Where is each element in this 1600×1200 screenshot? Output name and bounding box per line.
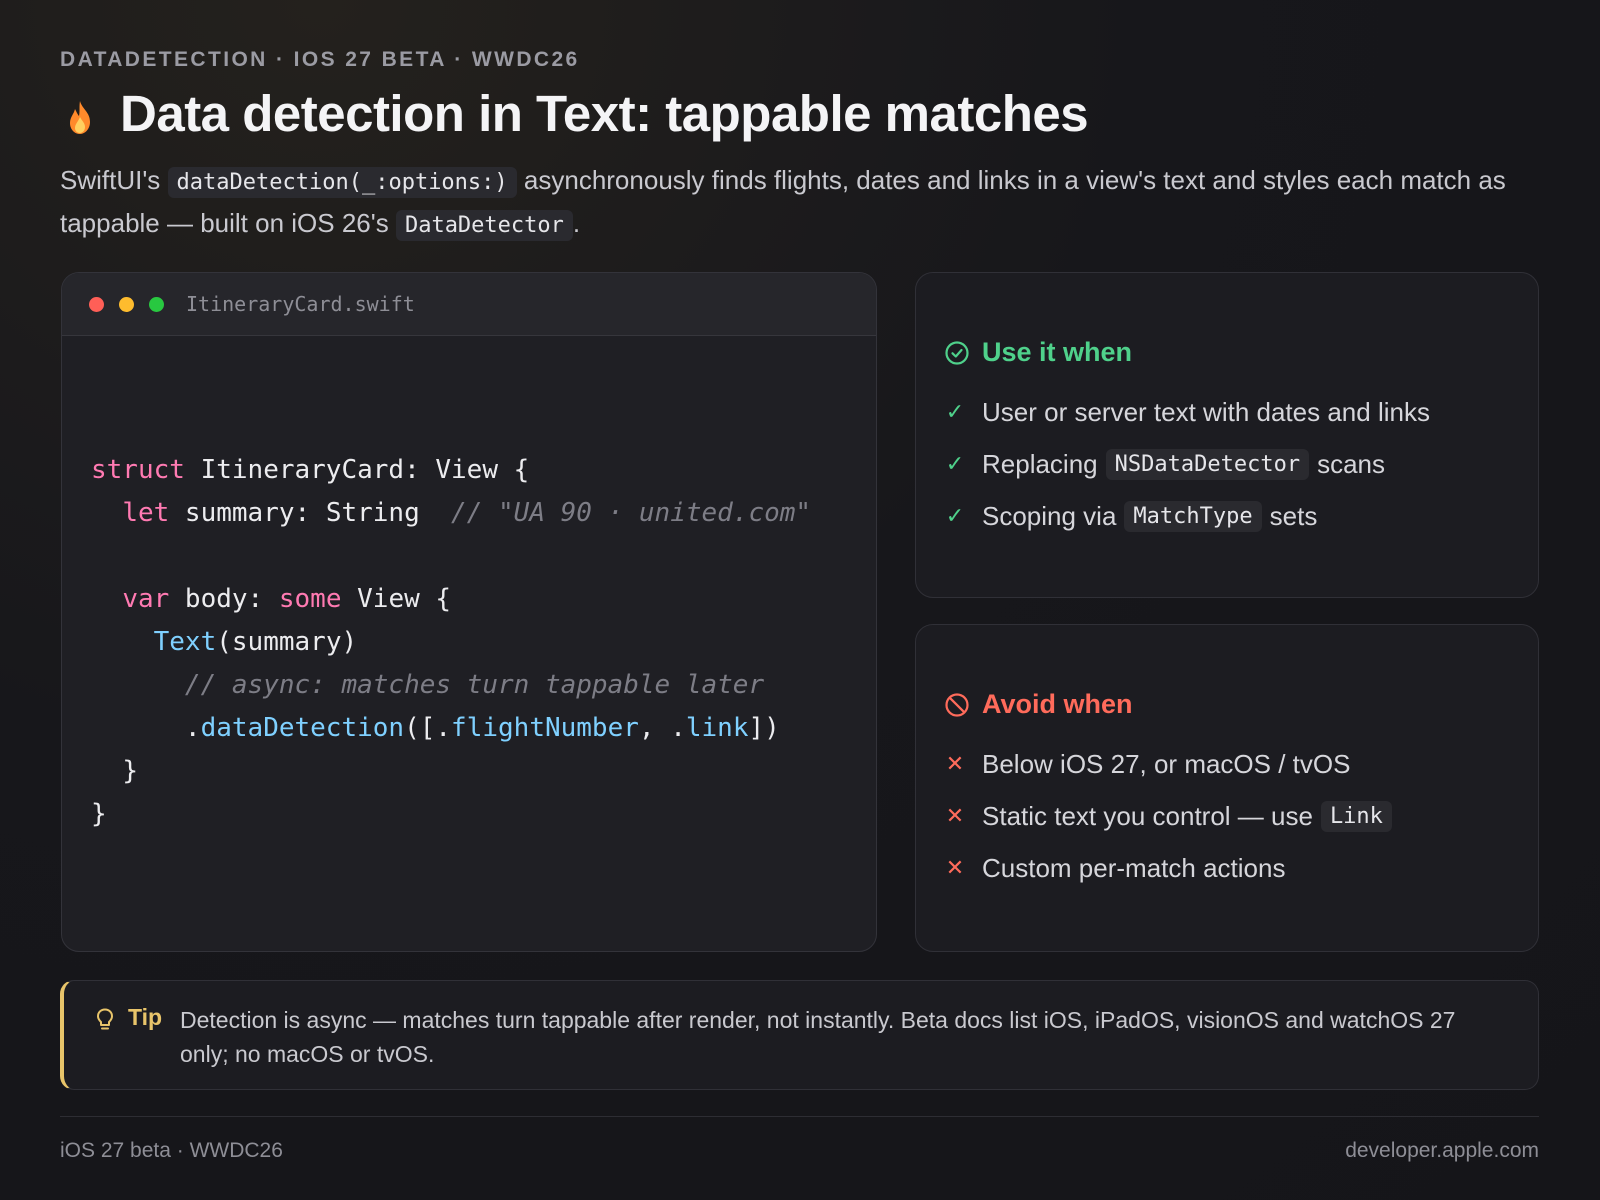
use-item-text: sets xyxy=(1269,500,1318,531)
avoid-card-content: Avoid when ✕ Below iOS 27, or macOS / tv… xyxy=(944,689,1518,894)
code-token: dataDetection xyxy=(200,713,405,743)
tip-callout: Tip Detection is async — matches turn ta… xyxy=(60,980,1539,1090)
use-card-content: Use it when ✓ User or server text with d… xyxy=(944,337,1518,542)
lede-code-modifier: dataDetection(_:options:) xyxy=(167,167,517,198)
checkmark-icon: ✓ xyxy=(945,451,965,476)
code-token: summary: String xyxy=(169,498,452,528)
code-token: some xyxy=(278,584,342,614)
code-filename: ItineraryCard.swift xyxy=(186,292,415,316)
code-token: . xyxy=(184,713,201,743)
eyebrow-label: DATADETECTION · IOS 27 BETA · WWDC26 xyxy=(60,48,580,71)
flame-icon xyxy=(70,100,90,134)
check-circle-icon xyxy=(945,340,969,365)
avoid-card-title: Avoid when xyxy=(982,689,1133,719)
code-block: struct ItineraryCard: View { let summary… xyxy=(91,449,811,836)
use-item-text: Scoping via xyxy=(982,500,1117,531)
use-list-item: ✓ Replacing NSDataDetector scans xyxy=(944,438,1518,490)
cross-icon: ✕ xyxy=(945,855,965,880)
code-token: (summary) xyxy=(216,627,358,657)
cross-icon: ✕ xyxy=(945,751,965,776)
avoid-item-text: Static text you control — use xyxy=(982,800,1313,831)
checkmark-icon: ✓ xyxy=(945,503,965,528)
code-token: struct xyxy=(91,455,185,485)
use-it-when-card: Use it when ✓ User or server text with d… xyxy=(915,272,1539,598)
use-list-item: ✓ Scoping via MatchType sets xyxy=(944,490,1518,542)
use-item-code: MatchType xyxy=(1124,500,1262,532)
avoid-when-card: Avoid when ✕ Below iOS 27, or macOS / tv… xyxy=(915,624,1539,952)
code-comment: // "UA 90 · united.com" xyxy=(451,498,812,528)
avoid-item-text: Below iOS 27, or macOS / tvOS xyxy=(982,748,1351,779)
tip-label: Tip xyxy=(128,1004,163,1030)
checkmark-icon: ✓ xyxy=(945,399,965,424)
avoid-item-text: Custom per-match actions xyxy=(982,852,1286,883)
code-comment: // async: matches turn tappable later xyxy=(184,670,765,700)
prohibited-icon xyxy=(945,692,969,717)
code-token: let xyxy=(122,498,170,528)
close-window-button[interactable] xyxy=(89,296,104,312)
use-item-text: scans xyxy=(1317,448,1385,479)
title-row: Data detection in Text: tappable matches xyxy=(60,84,1089,143)
page-title: Data detection in Text: tappable matches xyxy=(120,85,1089,142)
code-token: } xyxy=(91,799,107,829)
tip-text: Detection is async — matches turn tappab… xyxy=(180,1007,1456,1067)
footer-divider xyxy=(60,1116,1539,1117)
use-item-text: Replacing xyxy=(982,448,1098,479)
avoid-list-item: ✕ Static text you control — use Link xyxy=(944,790,1518,842)
avoid-list-item: ✕ Custom per-match actions xyxy=(944,842,1518,894)
minimize-window-button[interactable] xyxy=(119,296,134,312)
code-window: ItineraryCard.swift struct ItineraryCard… xyxy=(61,272,877,952)
use-list-item: ✓ User or server text with dates and lin… xyxy=(944,386,1518,438)
avoid-list-item: ✕ Below iOS 27, or macOS / tvOS xyxy=(944,738,1518,790)
code-token: View { xyxy=(341,584,452,614)
use-item-code: NSDataDetector xyxy=(1105,448,1310,480)
code-token: ItineraryCard: View { xyxy=(184,455,530,485)
intro-paragraph: SwiftUI's dataDetection(_:options:) asyn… xyxy=(60,160,1540,246)
code-token: , . xyxy=(638,713,686,743)
code-token: flightNumber xyxy=(451,713,639,743)
code-token: body: xyxy=(169,584,279,614)
code-token: } xyxy=(122,756,138,786)
avoid-item-code: Link xyxy=(1320,800,1392,832)
code-token: ]) xyxy=(748,713,780,743)
lede-code-detector: DataDetector xyxy=(395,210,573,241)
cross-icon: ✕ xyxy=(945,803,965,828)
lightbulb-icon xyxy=(97,1008,113,1030)
footer-link[interactable]: developer.apple.com xyxy=(1345,1139,1539,1163)
zoom-window-button[interactable] xyxy=(149,296,164,312)
use-card-title: Use it when xyxy=(982,337,1133,367)
code-window-titlebar: ItineraryCard.swift xyxy=(62,273,876,336)
avoid-card-header: Avoid when xyxy=(944,689,1518,720)
use-item-text: User or server text with dates and links xyxy=(982,396,1430,427)
code-token: Text xyxy=(153,627,217,657)
lede-text: SwiftUI's xyxy=(60,165,168,195)
code-token: ([. xyxy=(404,713,452,743)
lede-text: . xyxy=(572,208,581,238)
footer-left: iOS 27 beta · WWDC26 xyxy=(60,1139,283,1162)
code-token: var xyxy=(122,584,170,614)
code-token: link xyxy=(685,713,749,743)
use-card-header: Use it when xyxy=(944,337,1518,368)
